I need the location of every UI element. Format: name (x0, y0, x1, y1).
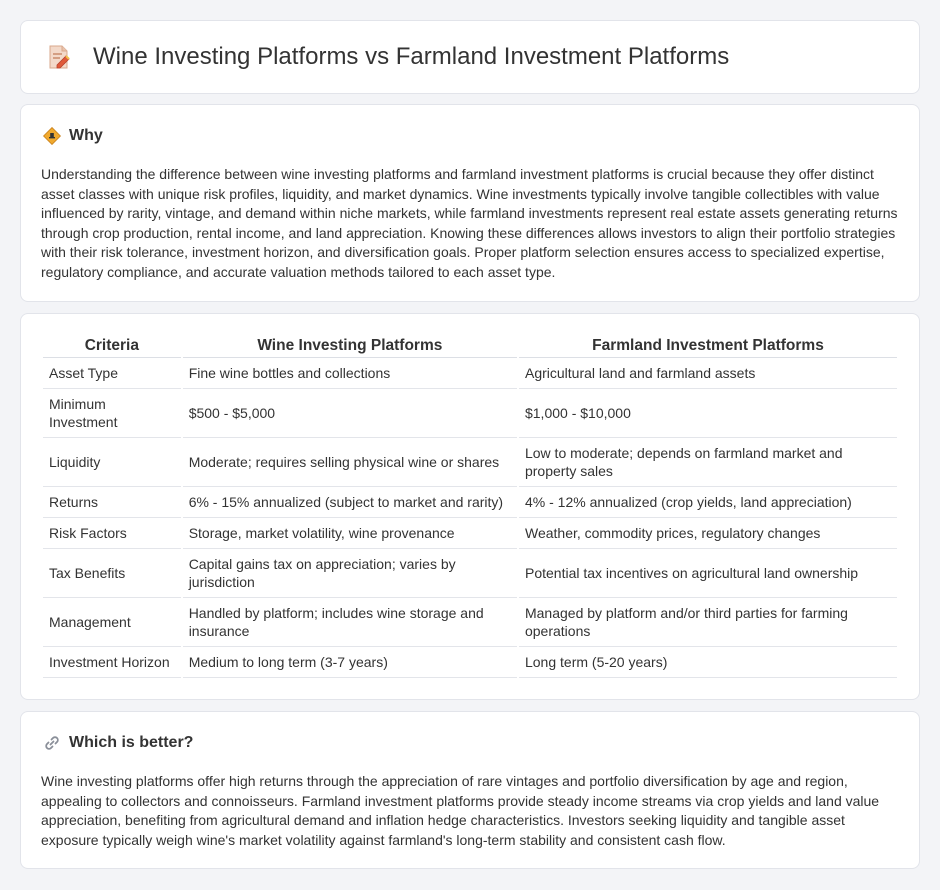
wine-cell: 6% - 15% annualized (subject to market a… (182, 487, 517, 518)
table-header-row: Criteria Wine Investing Platforms Farmla… (43, 336, 897, 358)
criteria-cell: Returns (43, 487, 181, 518)
table-row: Liquidity Moderate; requires selling phy… (43, 438, 897, 487)
comparison-table-card: Criteria Wine Investing Platforms Farmla… (20, 313, 920, 700)
table-row: Management Handled by platform; includes… (43, 598, 897, 647)
table-row: Returns 6% - 15% annualized (subject to … (43, 487, 897, 518)
better-body: Wine investing platforms offer high retu… (41, 773, 880, 848)
criteria-cell: Minimum Investment (43, 389, 181, 438)
why-title: Why (69, 127, 103, 144)
wine-cell: $500 - $5,000 (182, 389, 517, 438)
farmland-cell: 4% - 12% annualized (crop yields, land a… (518, 487, 897, 518)
why-heading: Why (43, 127, 103, 145)
criteria-cell: Risk Factors (43, 518, 181, 549)
comparison-table: Criteria Wine Investing Platforms Farmla… (41, 336, 899, 678)
better-heading: Which is better? (43, 734, 193, 752)
wine-cell: Storage, market volatility, wine provena… (182, 518, 517, 549)
farmland-cell: Potential tax incentives on agricultural… (518, 549, 897, 598)
farmland-cell: Low to moderate; depends on farmland mar… (518, 438, 897, 487)
table-row: Minimum Investment $500 - $5,000 $1,000 … (43, 389, 897, 438)
why-section: Why Understanding the difference between… (20, 104, 920, 302)
farmland-cell: Agricultural land and farmland assets (518, 358, 897, 389)
wine-cell: Medium to long term (3-7 years) (182, 647, 517, 678)
criteria-cell: Liquidity (43, 438, 181, 487)
criteria-cell: Tax Benefits (43, 549, 181, 598)
why-body: Understanding the difference between win… (41, 166, 898, 280)
table-row: Tax Benefits Capital gains tax on apprec… (43, 549, 897, 598)
document-edit-icon (47, 44, 71, 70)
better-title: Which is better? (69, 734, 194, 751)
farmland-cell: Weather, commodity prices, regulatory ch… (518, 518, 897, 549)
criteria-cell: Management (43, 598, 181, 647)
wine-cell: Fine wine bottles and collections (182, 358, 517, 389)
which-is-better-section: Which is better? Wine investing platform… (20, 711, 920, 869)
table-row: Asset Type Fine wine bottles and collect… (43, 358, 897, 389)
farmland-cell: Long term (5-20 years) (518, 647, 897, 678)
wine-cell: Moderate; requires selling physical wine… (182, 438, 517, 487)
header-criteria: Criteria (43, 336, 181, 358)
wine-cell: Capital gains tax on appreciation; varie… (182, 549, 517, 598)
farmland-cell: $1,000 - $10,000 (518, 389, 897, 438)
link-icon (43, 734, 61, 752)
table-row: Investment Horizon Medium to long term (… (43, 647, 897, 678)
header-farmland: Farmland Investment Platforms (518, 336, 897, 358)
header-wine: Wine Investing Platforms (182, 336, 517, 358)
page-title: Wine Investing Platforms vs Farmland Inv… (93, 43, 730, 70)
criteria-cell: Asset Type (43, 358, 181, 389)
header-card: Wine Investing Platforms vs Farmland Inv… (20, 20, 920, 94)
title-row: Wine Investing Platforms vs Farmland Inv… (47, 43, 729, 71)
table-row: Risk Factors Storage, market volatility,… (43, 518, 897, 549)
road-sign-icon (43, 127, 61, 145)
wine-cell: Handled by platform; includes wine stora… (182, 598, 517, 647)
criteria-cell: Investment Horizon (43, 647, 181, 678)
farmland-cell: Managed by platform and/or third parties… (518, 598, 897, 647)
